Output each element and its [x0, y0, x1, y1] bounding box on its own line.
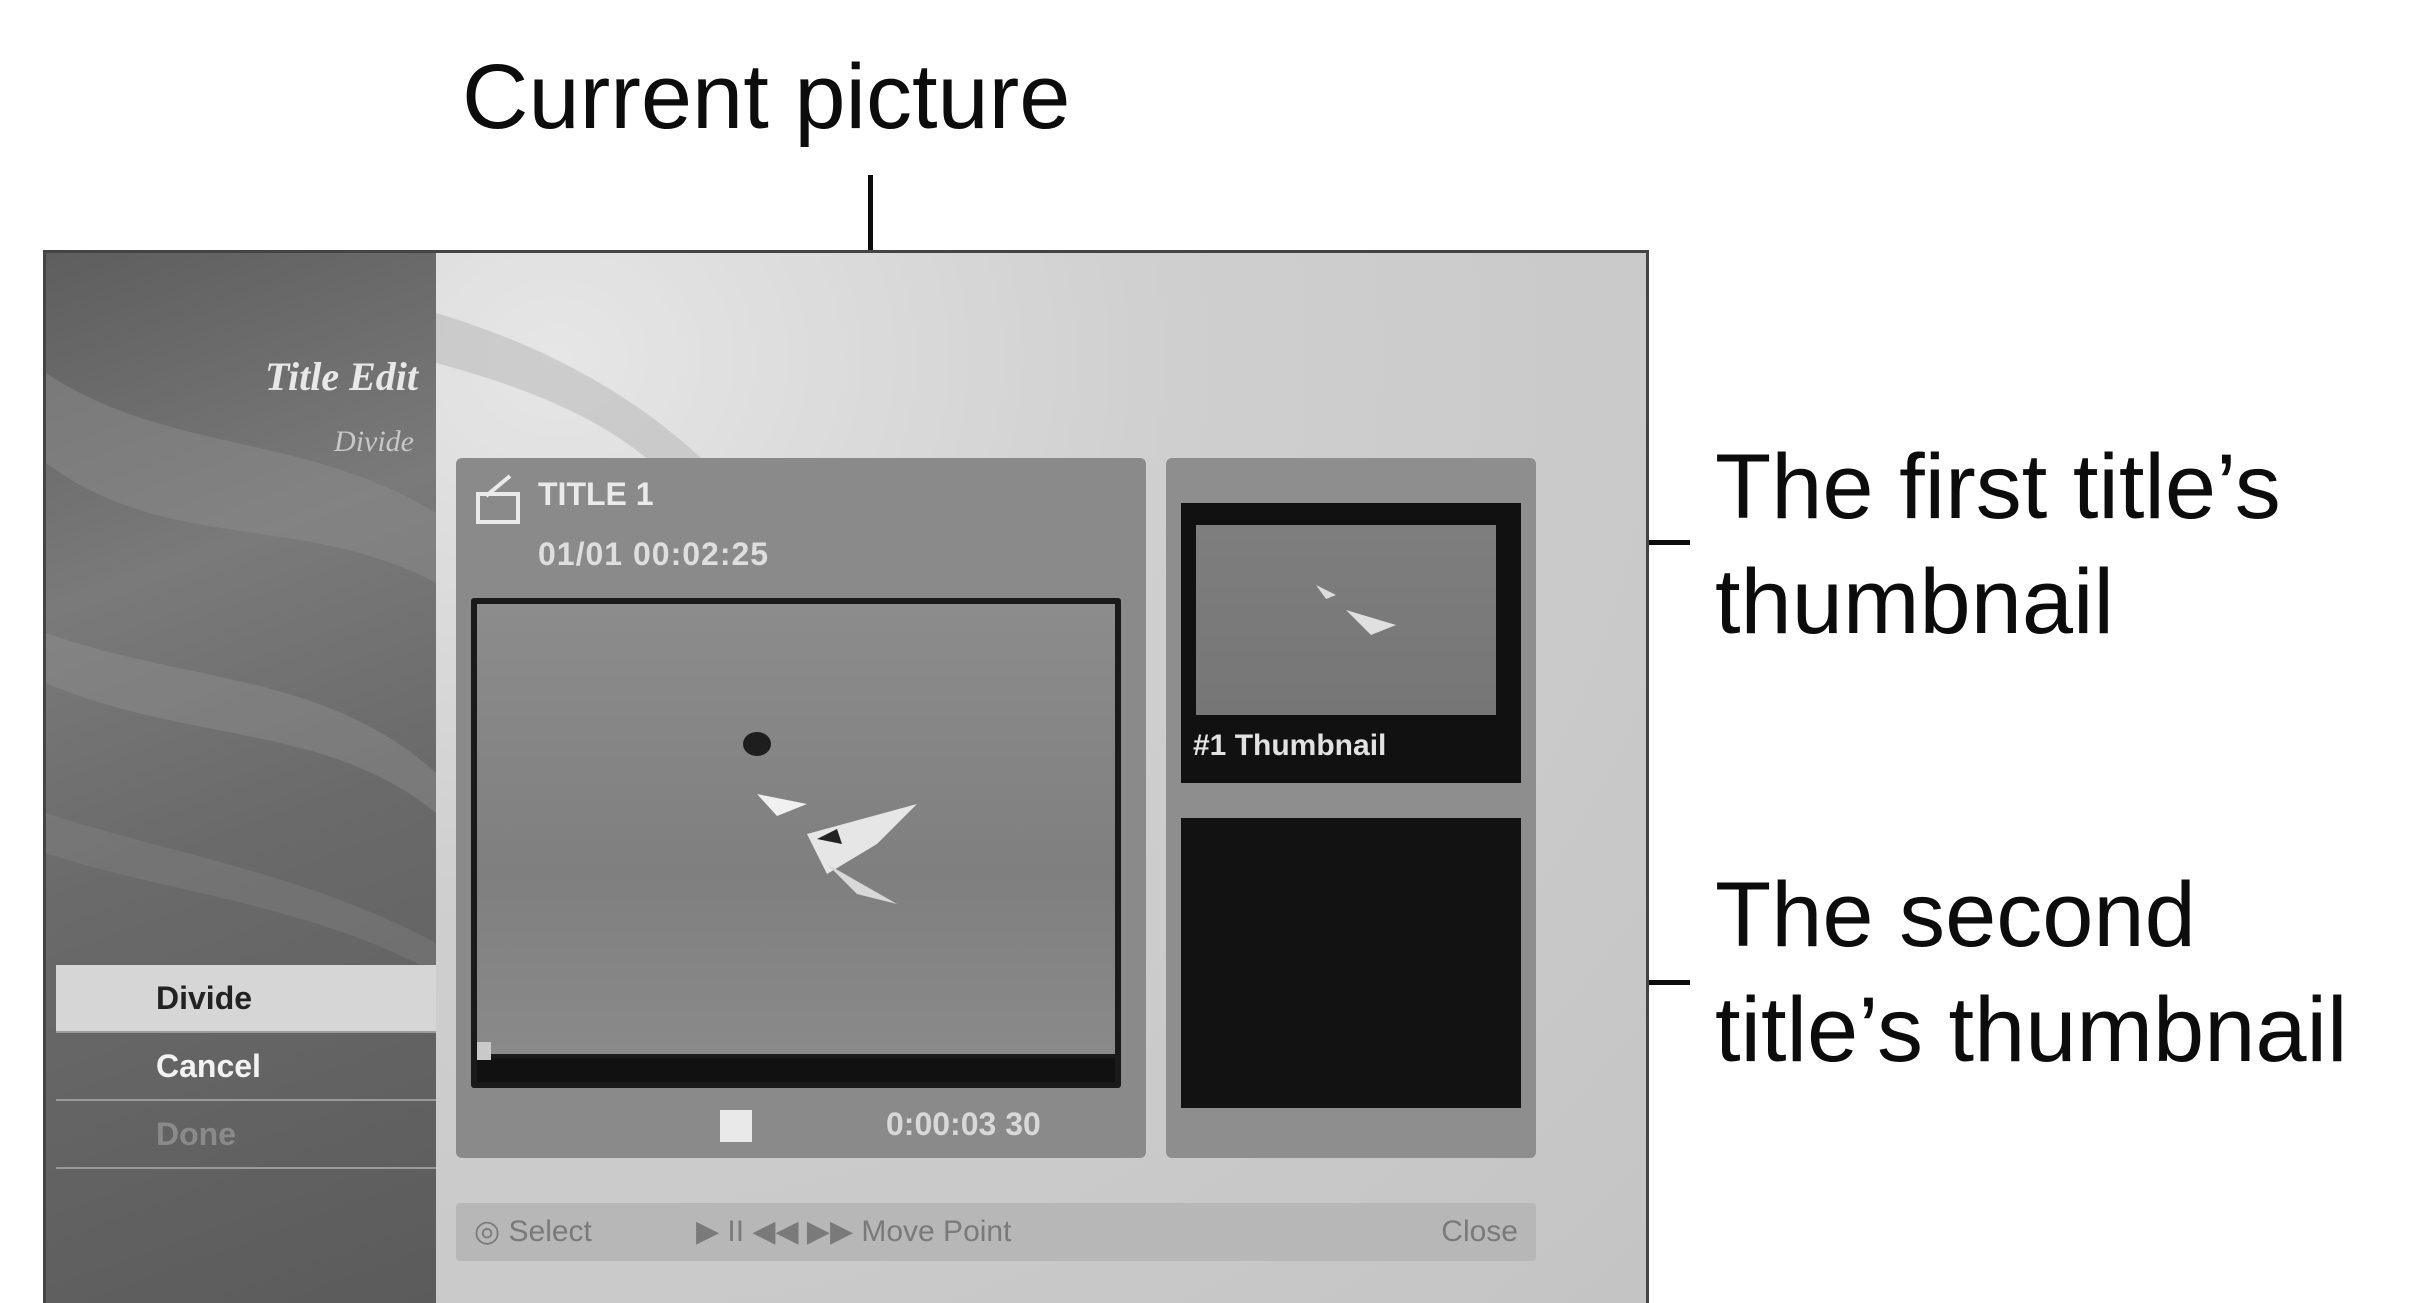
callout-second-line2: title’s thumbnail	[1715, 979, 2348, 1081]
current-picture-frame	[471, 598, 1121, 1088]
title-edit-screen: Title Edit Divide Divide Cancel Done TIT…	[43, 250, 1649, 1303]
menu-item-cancel[interactable]: Cancel	[56, 1033, 436, 1101]
second-title-thumbnail	[1181, 818, 1521, 1108]
callout-first-line2: thumbnail	[1715, 551, 2114, 653]
menu-item-done[interactable]: Done	[56, 1101, 436, 1169]
progress-marker[interactable]	[477, 1042, 491, 1060]
help-bar: ◎ Select ▶ II ◀◀ ▶▶ Move Point Close	[456, 1203, 1536, 1261]
title-date-duration: 01/01 00:02:25	[538, 536, 770, 572]
title-name: TITLE 1	[538, 476, 654, 512]
time-counter: 0:00:03 30	[886, 1106, 1041, 1142]
progress-bar[interactable]	[477, 1042, 1115, 1082]
first-title-thumbnail: #1 Thumbnail	[1181, 503, 1521, 783]
menu-title: Title Edit	[265, 354, 418, 399]
menu-item-divide[interactable]: Divide	[56, 965, 436, 1033]
help-select: ◎ Select	[474, 1215, 592, 1248]
bird-image	[743, 732, 917, 904]
thumbnail-bird	[1316, 585, 1396, 635]
current-picture	[477, 604, 1115, 1054]
sidebar-menu: Divide Cancel Done	[56, 965, 436, 1169]
callout-second-thumbnail: The second title’s thumbnail	[1715, 858, 2347, 1088]
player-panel: TITLE 1 01/01 00:02:25 0:00:03 30	[456, 458, 1146, 1158]
callout-current-picture: Current picture	[462, 46, 1071, 148]
menu-subtitle: Divide	[334, 425, 414, 458]
sidebar: Title Edit Divide Divide Cancel Done	[46, 253, 436, 1303]
stop-icon	[720, 1110, 752, 1142]
thumbnail-panel: #1 Thumbnail	[1166, 458, 1536, 1158]
first-thumbnail-label: #1 Thumbnail	[1193, 729, 1387, 762]
help-move-point: ▶ II ◀◀ ▶▶ Move Point	[696, 1215, 1012, 1248]
callout-first-line1: The first title’s	[1715, 436, 2281, 538]
callout-first-thumbnail: The first title’s thumbnail	[1715, 430, 2281, 660]
callout-second-line1: The second	[1715, 864, 2196, 966]
title-edit-icon	[476, 474, 520, 524]
help-close: Close	[1441, 1215, 1518, 1248]
first-thumbnail-image	[1196, 525, 1496, 715]
